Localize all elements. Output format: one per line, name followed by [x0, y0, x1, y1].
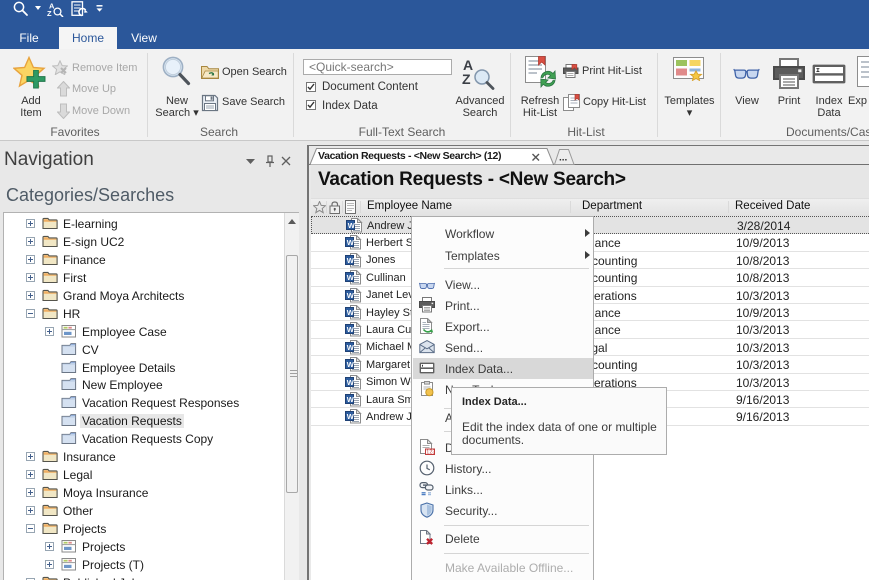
- svg-text:...: ...: [559, 153, 568, 164]
- svg-text:Z: Z: [47, 9, 52, 17]
